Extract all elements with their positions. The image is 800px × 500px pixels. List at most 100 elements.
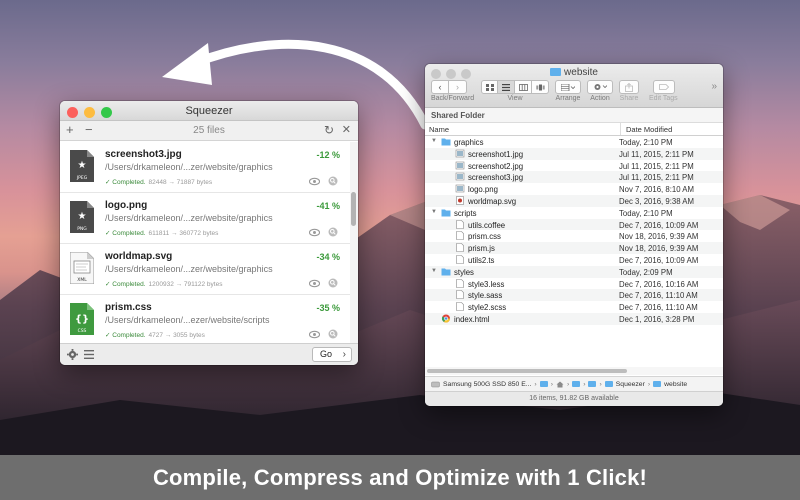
file-row[interactable]: worldmap.svg Dec 3, 2016, 9:38 AM	[425, 195, 723, 207]
svg-text:{}: {}	[75, 314, 89, 325]
file-row[interactable]: prism.js Nov 18, 2016, 9:39 AM	[425, 242, 723, 254]
cover-flow-button[interactable]	[532, 80, 549, 94]
file-tree: ▼ graphics Today, 2:10 PM screenshot1.jpg Ju…	[425, 136, 723, 351]
item-name: screenshot2.jpg	[468, 161, 524, 171]
svg-file-icon	[456, 196, 464, 205]
arrange-group: Arrange	[555, 80, 581, 102]
document-icon	[456, 302, 464, 311]
chevron-right-icon: ›	[342, 349, 346, 360]
minimize-window-button[interactable]	[84, 107, 95, 118]
file-row[interactable]: index.html Dec 1, 2016, 3:28 PM	[425, 313, 723, 325]
scrollbar-thumb[interactable]	[351, 192, 356, 226]
item-date: Dec 7, 2016, 11:10 AM	[619, 303, 698, 313]
toolbar-overflow-button[interactable]: »	[711, 81, 717, 92]
magnifier-icon[interactable]	[328, 278, 338, 288]
magnifier-icon[interactable]	[328, 227, 338, 237]
close-window-button[interactable]	[67, 107, 78, 118]
file-path: /Users/drkameleon/...zer/website/graphic…	[105, 264, 273, 274]
item-name: utils.coffee	[468, 220, 506, 230]
list-item[interactable]: ★ PNG logo.png /Users/drkameleon/...zer/…	[60, 193, 350, 244]
gear-icon[interactable]	[67, 349, 78, 360]
eye-icon[interactable]	[309, 278, 320, 289]
folder-icon[interactable]	[572, 381, 581, 387]
file-row[interactable]: style.sass Dec 7, 2016, 11:10 AM	[425, 289, 723, 302]
zoom-window-button[interactable]	[101, 107, 112, 118]
go-button[interactable]: Go ›	[312, 347, 352, 362]
chevron-right-icon: ›	[566, 380, 570, 388]
file-row[interactable]: utils2.ts Dec 7, 2016, 10:09 AM	[425, 254, 723, 266]
clear-list-button[interactable]: ✕	[342, 123, 351, 137]
eye-icon[interactable]	[309, 176, 320, 187]
folder-icon	[441, 138, 451, 146]
image-file-icon	[455, 173, 465, 181]
back-forward-label: Back/Forward	[431, 95, 475, 102]
scrollbar-thumb[interactable]	[427, 369, 627, 373]
icon-view-button[interactable]	[481, 80, 498, 94]
file-row[interactable]: utils.coffee Dec 7, 2016, 10:09 AM	[425, 218, 723, 231]
eye-icon[interactable]	[309, 227, 320, 238]
folder-icon	[653, 381, 662, 387]
file-row[interactable]: screenshot3.jpg Jul 11, 2015, 2:11 PM	[425, 171, 723, 184]
squeezer-title: Squeezer	[185, 105, 233, 117]
svg-text:JPEG: JPEG	[76, 175, 88, 181]
magnifier-icon[interactable]	[328, 329, 338, 339]
horizontal-scrollbar[interactable]	[425, 367, 723, 375]
path-segment-squeezer[interactable]: Squeezer	[616, 381, 645, 388]
forward-button[interactable]: ›	[449, 80, 467, 94]
file-name: prism.css	[105, 302, 152, 313]
file-row[interactable]: screenshot2.jpg Jul 11, 2015, 2:11 PM	[425, 160, 723, 172]
disclosure-triangle-icon[interactable]: ▼	[431, 268, 437, 274]
go-label: Go	[320, 349, 333, 359]
svg-text:PNG: PNG	[77, 226, 87, 232]
action-button[interactable]	[587, 80, 613, 94]
list-item[interactable]: {} CSS prism.css /Users/drkameleon/...ez…	[60, 295, 350, 343]
arrange-button[interactable]	[555, 80, 581, 94]
file-row[interactable]: style2.scss Dec 7, 2016, 11:10 AM	[425, 301, 723, 313]
column-view-button[interactable]	[515, 80, 532, 94]
refresh-icon[interactable]: ↻	[324, 123, 334, 137]
item-date: Dec 7, 2016, 11:10 AM	[619, 291, 698, 301]
list-menu-icon[interactable]	[84, 350, 94, 359]
status-text: ✓ Completed. 82448 → 71887 bytes	[105, 179, 213, 186]
date-column-header[interactable]: Date Modified	[620, 123, 672, 135]
folder-row[interactable]: ▼ styles Today, 2:09 PM	[425, 265, 723, 278]
name-column-header[interactable]: Name	[429, 125, 449, 134]
share-group: Share	[619, 80, 639, 102]
file-list: ★ JPEG screenshot3.jpg /Users/drkameleon…	[60, 142, 358, 343]
file-name: logo.png	[105, 200, 148, 211]
folder-icon	[441, 268, 451, 276]
list-view-button[interactable]	[498, 80, 515, 94]
back-button[interactable]: ‹	[431, 80, 449, 94]
list-item[interactable]: XML worldmap.svg /Users/drkameleon/...ze…	[60, 244, 350, 295]
disclosure-triangle-icon[interactable]: ▼	[431, 138, 437, 144]
file-row[interactable]: style3.less Dec 7, 2016, 10:16 AM	[425, 278, 723, 290]
path-segment-website[interactable]: website	[664, 381, 687, 388]
file-row[interactable]: prism.css Nov 18, 2016, 9:39 AM	[425, 230, 723, 242]
share-button[interactable]	[619, 80, 639, 94]
status-bar: 16 items, 91.82 GB available	[425, 391, 723, 406]
file-row[interactable]: screenshot1.jpg Jul 11, 2015, 2:11 PM	[425, 147, 723, 160]
home-icon[interactable]	[556, 381, 564, 388]
folder-row[interactable]: ▼ graphics Today, 2:10 PM	[425, 136, 723, 148]
document-icon	[456, 278, 464, 288]
item-date: Nov 7, 2016, 8:10 AM	[619, 185, 694, 195]
item-name: worldmap.svg	[468, 197, 517, 206]
edit-tags-button[interactable]	[653, 80, 675, 94]
disclosure-triangle-icon[interactable]: ▼	[431, 209, 437, 215]
list-scrollbar[interactable]	[350, 142, 358, 343]
window-controls	[67, 107, 112, 118]
folder-icon[interactable]	[588, 381, 597, 387]
item-date: Dec 7, 2016, 10:09 AM	[619, 256, 699, 265]
file-row[interactable]: logo.png Nov 7, 2016, 8:10 AM	[425, 183, 723, 195]
folder-row[interactable]: ▼ scripts Today, 2:10 PM	[425, 207, 723, 219]
item-date: Jul 11, 2015, 2:11 PM	[619, 161, 694, 171]
tag-icon	[659, 84, 669, 90]
magnifier-icon[interactable]	[328, 176, 338, 186]
folder-icon	[441, 209, 451, 217]
path-segment-drive[interactable]: Samsung 500G SSD 850 E...	[443, 381, 531, 388]
list-item[interactable]: ★ JPEG screenshot3.jpg /Users/drkameleon…	[60, 142, 350, 193]
folder-icon[interactable]	[539, 381, 548, 387]
item-name: prism.css	[468, 232, 501, 242]
eye-icon[interactable]	[309, 329, 320, 340]
action-group: Action	[587, 80, 613, 102]
